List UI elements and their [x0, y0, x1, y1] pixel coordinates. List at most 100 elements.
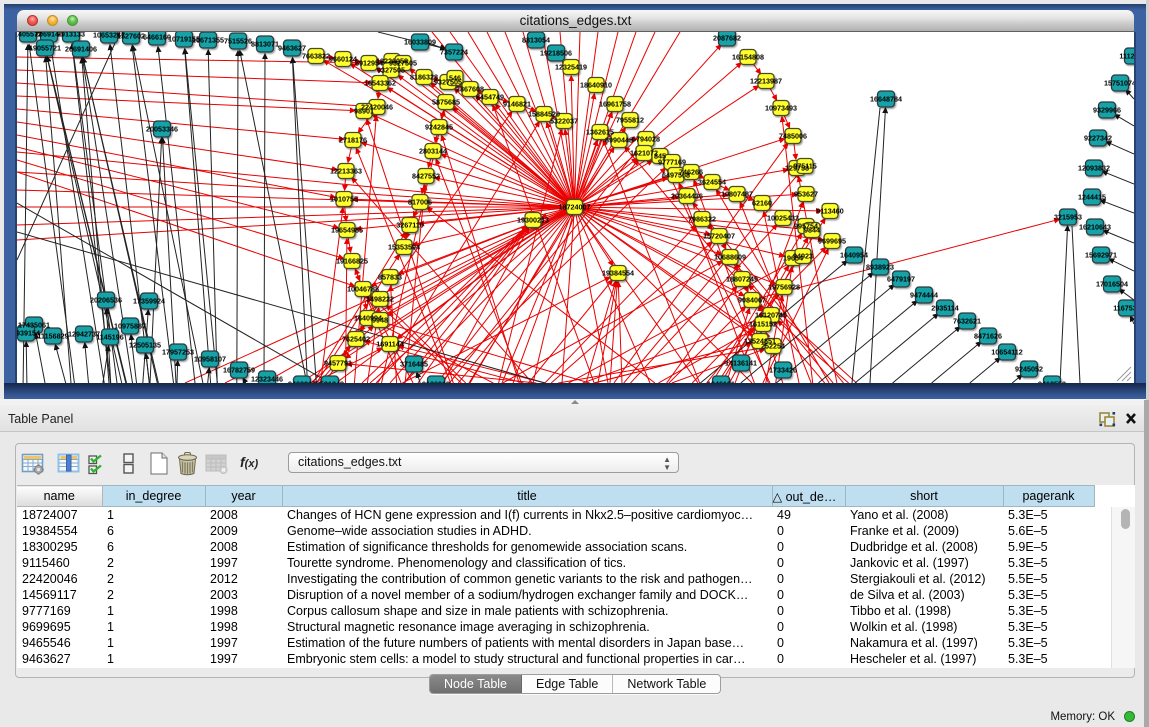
svg-text:16154808: 16154808 [732, 53, 764, 62]
svg-text:3267110: 3267110 [396, 221, 424, 230]
svg-text:2087682: 2087682 [713, 34, 741, 43]
svg-text:12505135: 12505135 [129, 341, 161, 350]
svg-text:1167533: 1167533 [1113, 304, 1134, 313]
svg-text:94923: 94923 [793, 252, 813, 261]
svg-text:1640954: 1640954 [840, 251, 868, 260]
svg-text:1527602: 1527602 [117, 32, 145, 41]
svg-text:8454749: 8454749 [476, 93, 504, 102]
svg-text:9660124: 9660124 [329, 55, 357, 64]
svg-text:18807249: 18807249 [726, 275, 758, 284]
svg-text:19384554: 19384554 [602, 269, 634, 278]
svg-text:15751074: 15751074 [1104, 79, 1134, 88]
svg-text:98901: 98901 [354, 107, 374, 116]
svg-text:252254: 252254 [761, 342, 785, 351]
svg-text:17359924: 17359924 [133, 297, 165, 306]
svg-text:15353594: 15353594 [388, 243, 420, 252]
svg-text:16210643: 16210643 [1079, 223, 1111, 232]
svg-text:19654985: 19654985 [331, 226, 363, 235]
svg-text:5875685: 5875685 [432, 98, 460, 107]
svg-text:546: 546 [449, 74, 461, 83]
svg-text:1615152: 1615152 [749, 320, 777, 329]
svg-text:8990448: 8990448 [605, 136, 633, 145]
svg-text:15692971: 15692971 [1085, 251, 1117, 260]
svg-text:16648784: 16648784 [870, 95, 902, 104]
svg-text:9948: 9948 [372, 316, 388, 325]
svg-text:10654112: 10654112 [991, 348, 1023, 357]
svg-text:1733426: 1733426 [769, 366, 797, 375]
svg-text:20053346: 20053346 [146, 125, 178, 134]
svg-text:9777169: 9777169 [658, 158, 686, 167]
svg-text:9329966: 9329966 [1093, 106, 1121, 115]
svg-text:7955812: 7955812 [616, 116, 644, 125]
svg-text:19218506: 19218506 [540, 49, 572, 58]
svg-text:857833: 857833 [378, 273, 402, 282]
svg-text:16671355: 16671355 [192, 36, 224, 45]
svg-text:8471626: 8471626 [974, 332, 1002, 341]
svg-text:3716485: 3716485 [400, 360, 428, 369]
svg-text:2935114: 2935114 [931, 304, 959, 313]
svg-text:9844: 9844 [804, 226, 820, 235]
svg-text:19166825: 19166825 [336, 257, 368, 266]
svg-text:12942737: 12942737 [68, 330, 100, 339]
svg-text:10046788: 10046788 [347, 285, 379, 294]
svg-text:1112304: 1112304 [1119, 52, 1134, 61]
svg-text:10975887: 10975887 [114, 322, 146, 331]
svg-text:9113460: 9113460 [816, 207, 844, 216]
svg-text:19055721: 19055721 [29, 44, 61, 53]
svg-text:10688609: 10688609 [714, 253, 746, 262]
svg-text:12213363: 12213363 [330, 167, 362, 176]
svg-text:9457791: 9457791 [324, 359, 352, 368]
svg-text:11156829: 11156829 [37, 332, 68, 341]
svg-text:9327505: 9327505 [377, 66, 405, 75]
svg-text:9242845: 9242845 [425, 123, 453, 132]
svg-text:16120746: 16120746 [755, 311, 787, 320]
svg-text:12325419: 12325419 [555, 63, 587, 72]
svg-text:3215953: 3215953 [1054, 213, 1082, 222]
svg-text:18640910: 18640910 [580, 81, 612, 90]
svg-text:19300213: 19300213 [517, 216, 549, 225]
svg-text:5322037: 5322037 [550, 117, 578, 126]
svg-text:7357224: 7357224 [440, 48, 468, 57]
svg-text:20206536: 20206536 [90, 296, 122, 305]
svg-text:62160: 62160 [752, 199, 772, 208]
svg-text:1244415: 1244415 [1078, 193, 1106, 202]
svg-text:953627: 953627 [794, 190, 818, 199]
svg-text:746266: 746266 [679, 168, 703, 177]
svg-text:10807487: 10807487 [721, 190, 753, 199]
svg-text:1145196: 1145196 [96, 333, 124, 342]
svg-text:1691144: 1691144 [376, 340, 404, 349]
svg-text:8813054: 8813054 [522, 36, 550, 45]
svg-text:14136141: 14136141 [725, 359, 757, 368]
svg-text:16033809: 16033809 [404, 38, 436, 47]
svg-text:7485006: 7485006 [779, 132, 807, 141]
svg-text:7663822: 7663822 [302, 52, 330, 61]
svg-text:9227342: 9227342 [1084, 134, 1112, 143]
svg-text:17957253: 17957253 [162, 348, 194, 357]
svg-text:7986322: 7986322 [688, 215, 716, 224]
svg-text:10973493: 10973493 [765, 104, 797, 113]
svg-text:12093832: 12093832 [1078, 164, 1110, 173]
svg-text:10958107: 10958107 [194, 355, 226, 364]
svg-text:18724007: 18724007 [559, 203, 591, 212]
svg-text:8427552: 8427552 [412, 172, 440, 181]
svg-text:16543362: 16543362 [364, 79, 396, 88]
svg-text:9245052: 9245052 [1015, 365, 1043, 374]
svg-text:16782759: 16782759 [223, 366, 255, 375]
svg-text:2718176: 2718176 [339, 136, 367, 145]
svg-text:6479197: 6479197 [887, 275, 915, 284]
svg-text:1010755: 1010755 [330, 195, 358, 204]
svg-text:7632621: 7632621 [953, 317, 981, 326]
svg-text:8813071: 8813071 [251, 40, 279, 49]
svg-text:16961758: 16961758 [599, 100, 631, 109]
svg-text:15720407: 15720407 [703, 232, 735, 241]
svg-text:19756928: 19756928 [768, 283, 800, 292]
svg-text:9146821: 9146821 [503, 100, 531, 109]
svg-text:12323446: 12323446 [251, 375, 283, 384]
svg-text:7515526: 7515526 [224, 37, 252, 46]
svg-text:9474444: 9474444 [910, 291, 938, 300]
svg-text:12213987: 12213987 [750, 77, 782, 86]
svg-text:2803144: 2803144 [419, 147, 447, 156]
svg-text:7625402: 7625402 [342, 335, 370, 344]
svg-text:17016504: 17016504 [1096, 280, 1128, 289]
svg-text:9699695: 9699695 [818, 237, 846, 246]
